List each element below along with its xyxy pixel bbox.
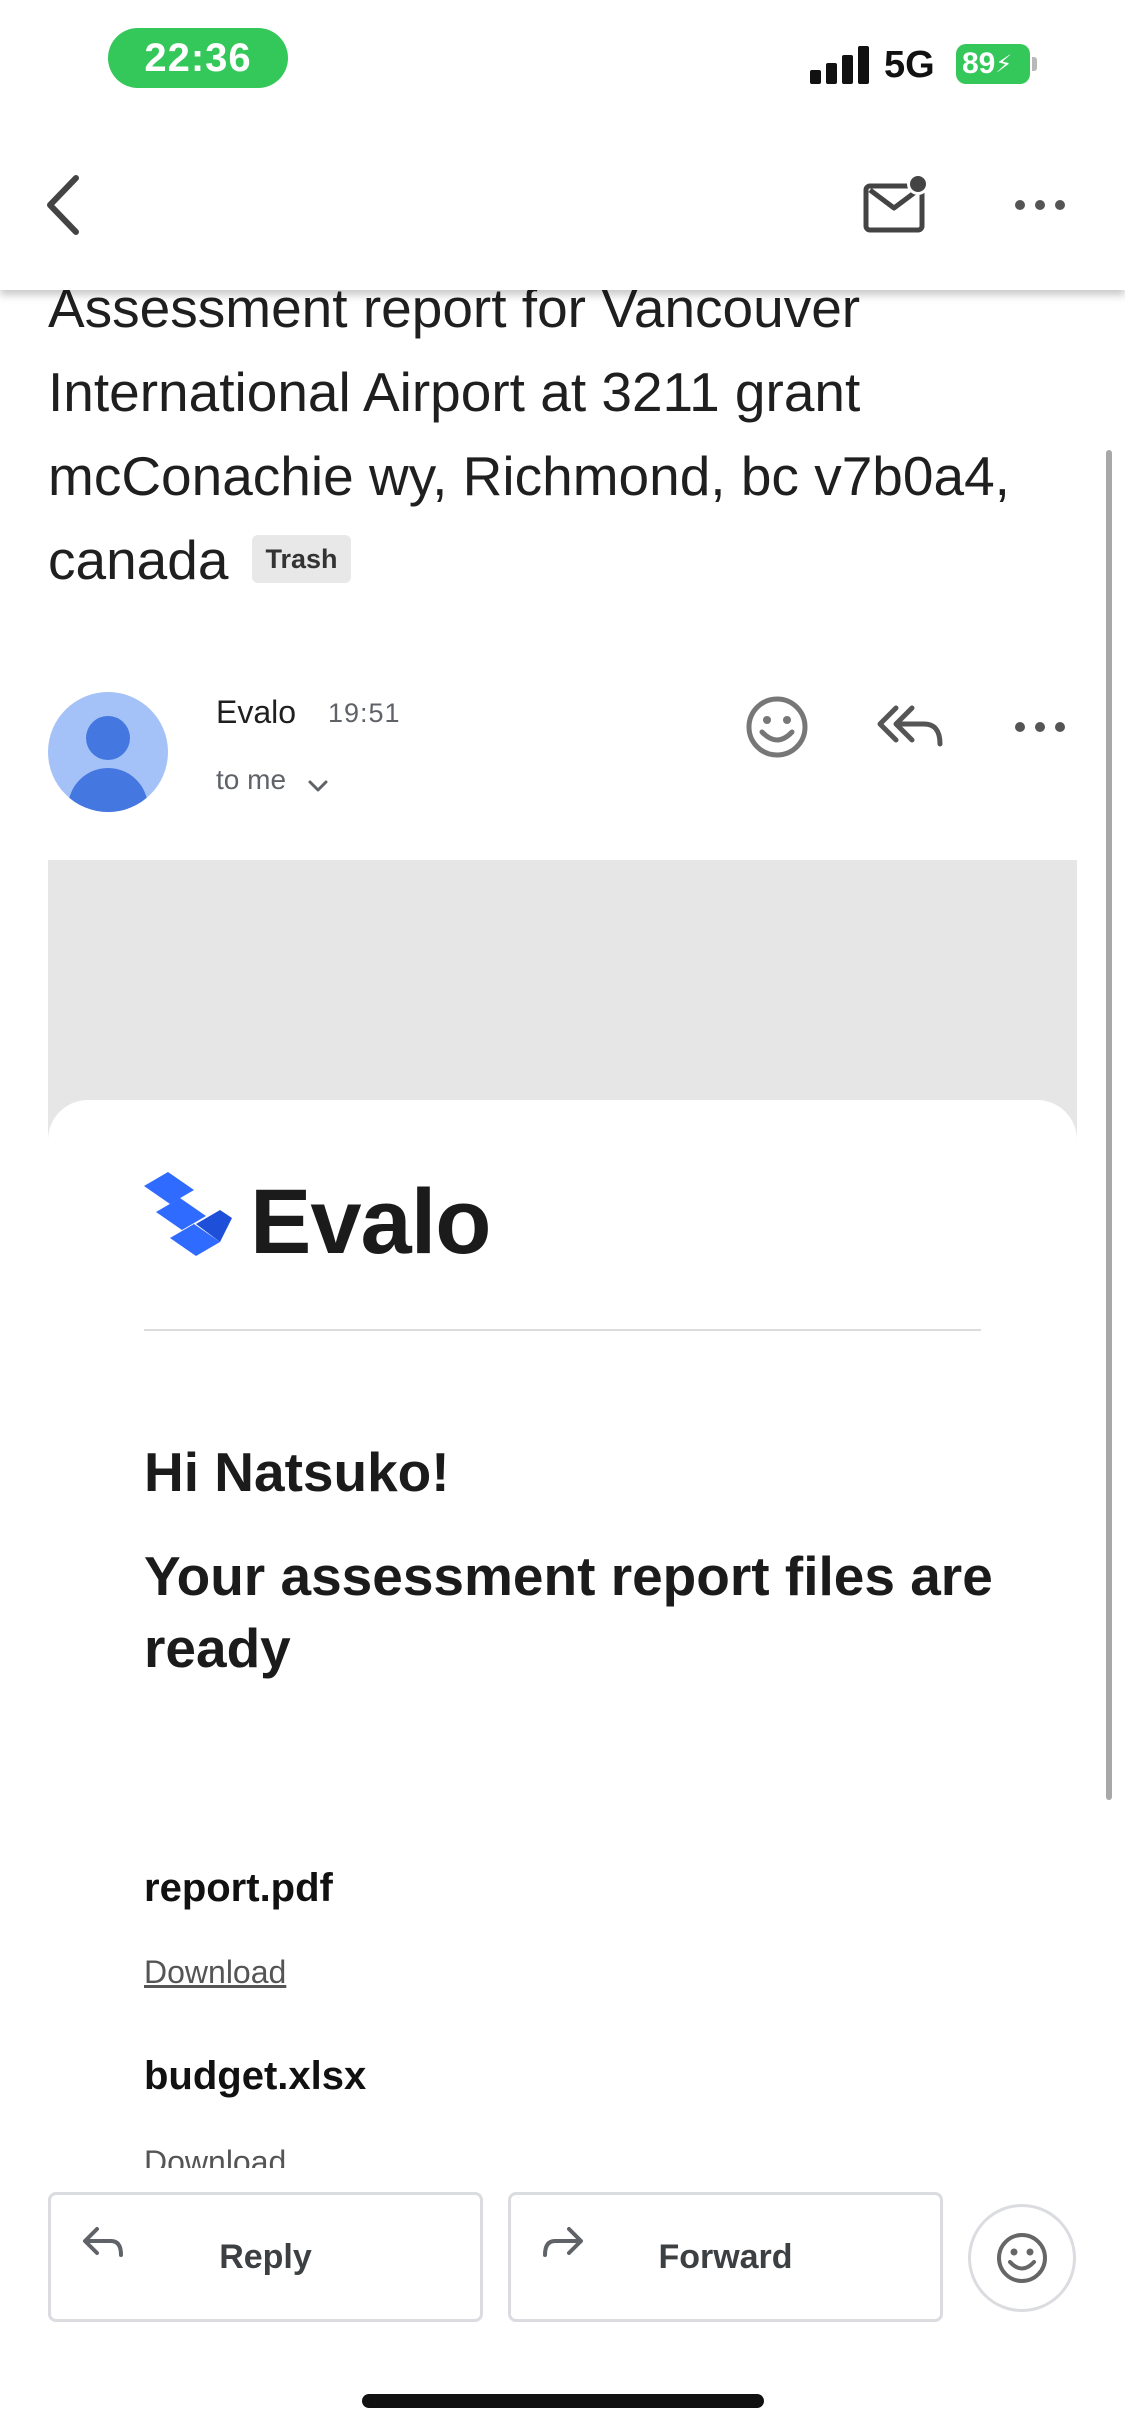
email-subject-text: Assessment report for Vancouver Internat… <box>48 277 1010 591</box>
more-horizontal-icon <box>1015 722 1065 732</box>
reply-button[interactable]: Reply <box>48 2192 483 2322</box>
charging-bolt-icon: ⚡ <box>995 50 1013 78</box>
evalo-logo-icon <box>144 1172 232 1262</box>
divider <box>144 1329 981 1331</box>
battery-level: 89 <box>962 47 996 80</box>
message-toolbar <box>0 120 1125 290</box>
mark-unread-icon <box>863 173 929 233</box>
smiley-icon <box>746 696 808 758</box>
battery-icon: 89 ⚡ <box>956 44 1037 84</box>
person-icon <box>86 716 130 760</box>
cellular-signal-icon <box>810 46 870 84</box>
status-bar: 22:36 5G 89 ⚡ <box>0 0 1125 120</box>
chevron-down-icon <box>308 780 328 792</box>
reply-label: Reply <box>219 2238 312 2276</box>
recipient-expand-button[interactable] <box>306 776 330 796</box>
sender-avatar[interactable] <box>48 692 168 812</box>
more-horizontal-icon <box>1015 200 1065 210</box>
sender-name[interactable]: Evalo <box>216 694 296 731</box>
forward-label: Forward <box>658 2238 793 2276</box>
chevron-left-icon <box>47 175 79 235</box>
file-name: report.pdf <box>144 1866 333 1910</box>
smiley-icon <box>997 2233 1047 2283</box>
greeting: Hi Natsuko! <box>144 1441 450 1503</box>
reply-all-icon <box>877 705 943 747</box>
file-name: budget.xlsx <box>144 2054 367 2098</box>
status-time: 22:36 <box>108 28 288 88</box>
reply-all-button[interactable] <box>876 700 946 754</box>
bottom-reaction-button[interactable] <box>968 2204 1076 2312</box>
sent-time: 19:51 <box>328 698 401 728</box>
recipient-details[interactable]: to me <box>216 764 286 796</box>
mark-unread-button[interactable] <box>862 172 932 238</box>
message-more-button[interactable] <box>1010 712 1070 742</box>
trash-label-badge[interactable]: Trash <box>252 535 351 584</box>
home-indicator[interactable] <box>362 2394 764 2408</box>
email-card: Evalo Hi Natsuko! Your assessment report… <box>48 1100 1077 2200</box>
brand-name: Evalo <box>250 1171 491 1273</box>
scrollbar[interactable] <box>1106 450 1112 1800</box>
back-button[interactable] <box>40 170 90 240</box>
forward-button[interactable]: Forward <box>508 2192 943 2322</box>
headline: Your assessment report files are ready <box>144 1545 993 1679</box>
email-body: Evalo Hi Natsuko! Your assessment report… <box>48 860 1077 2200</box>
toolbar-more-button[interactable] <box>1010 190 1070 220</box>
add-reaction-button[interactable] <box>744 694 810 760</box>
network-type: 5G <box>884 44 935 86</box>
email-subject: Assessment report for Vancouver Internat… <box>48 266 1058 602</box>
download-link[interactable]: Download <box>144 1954 286 1991</box>
